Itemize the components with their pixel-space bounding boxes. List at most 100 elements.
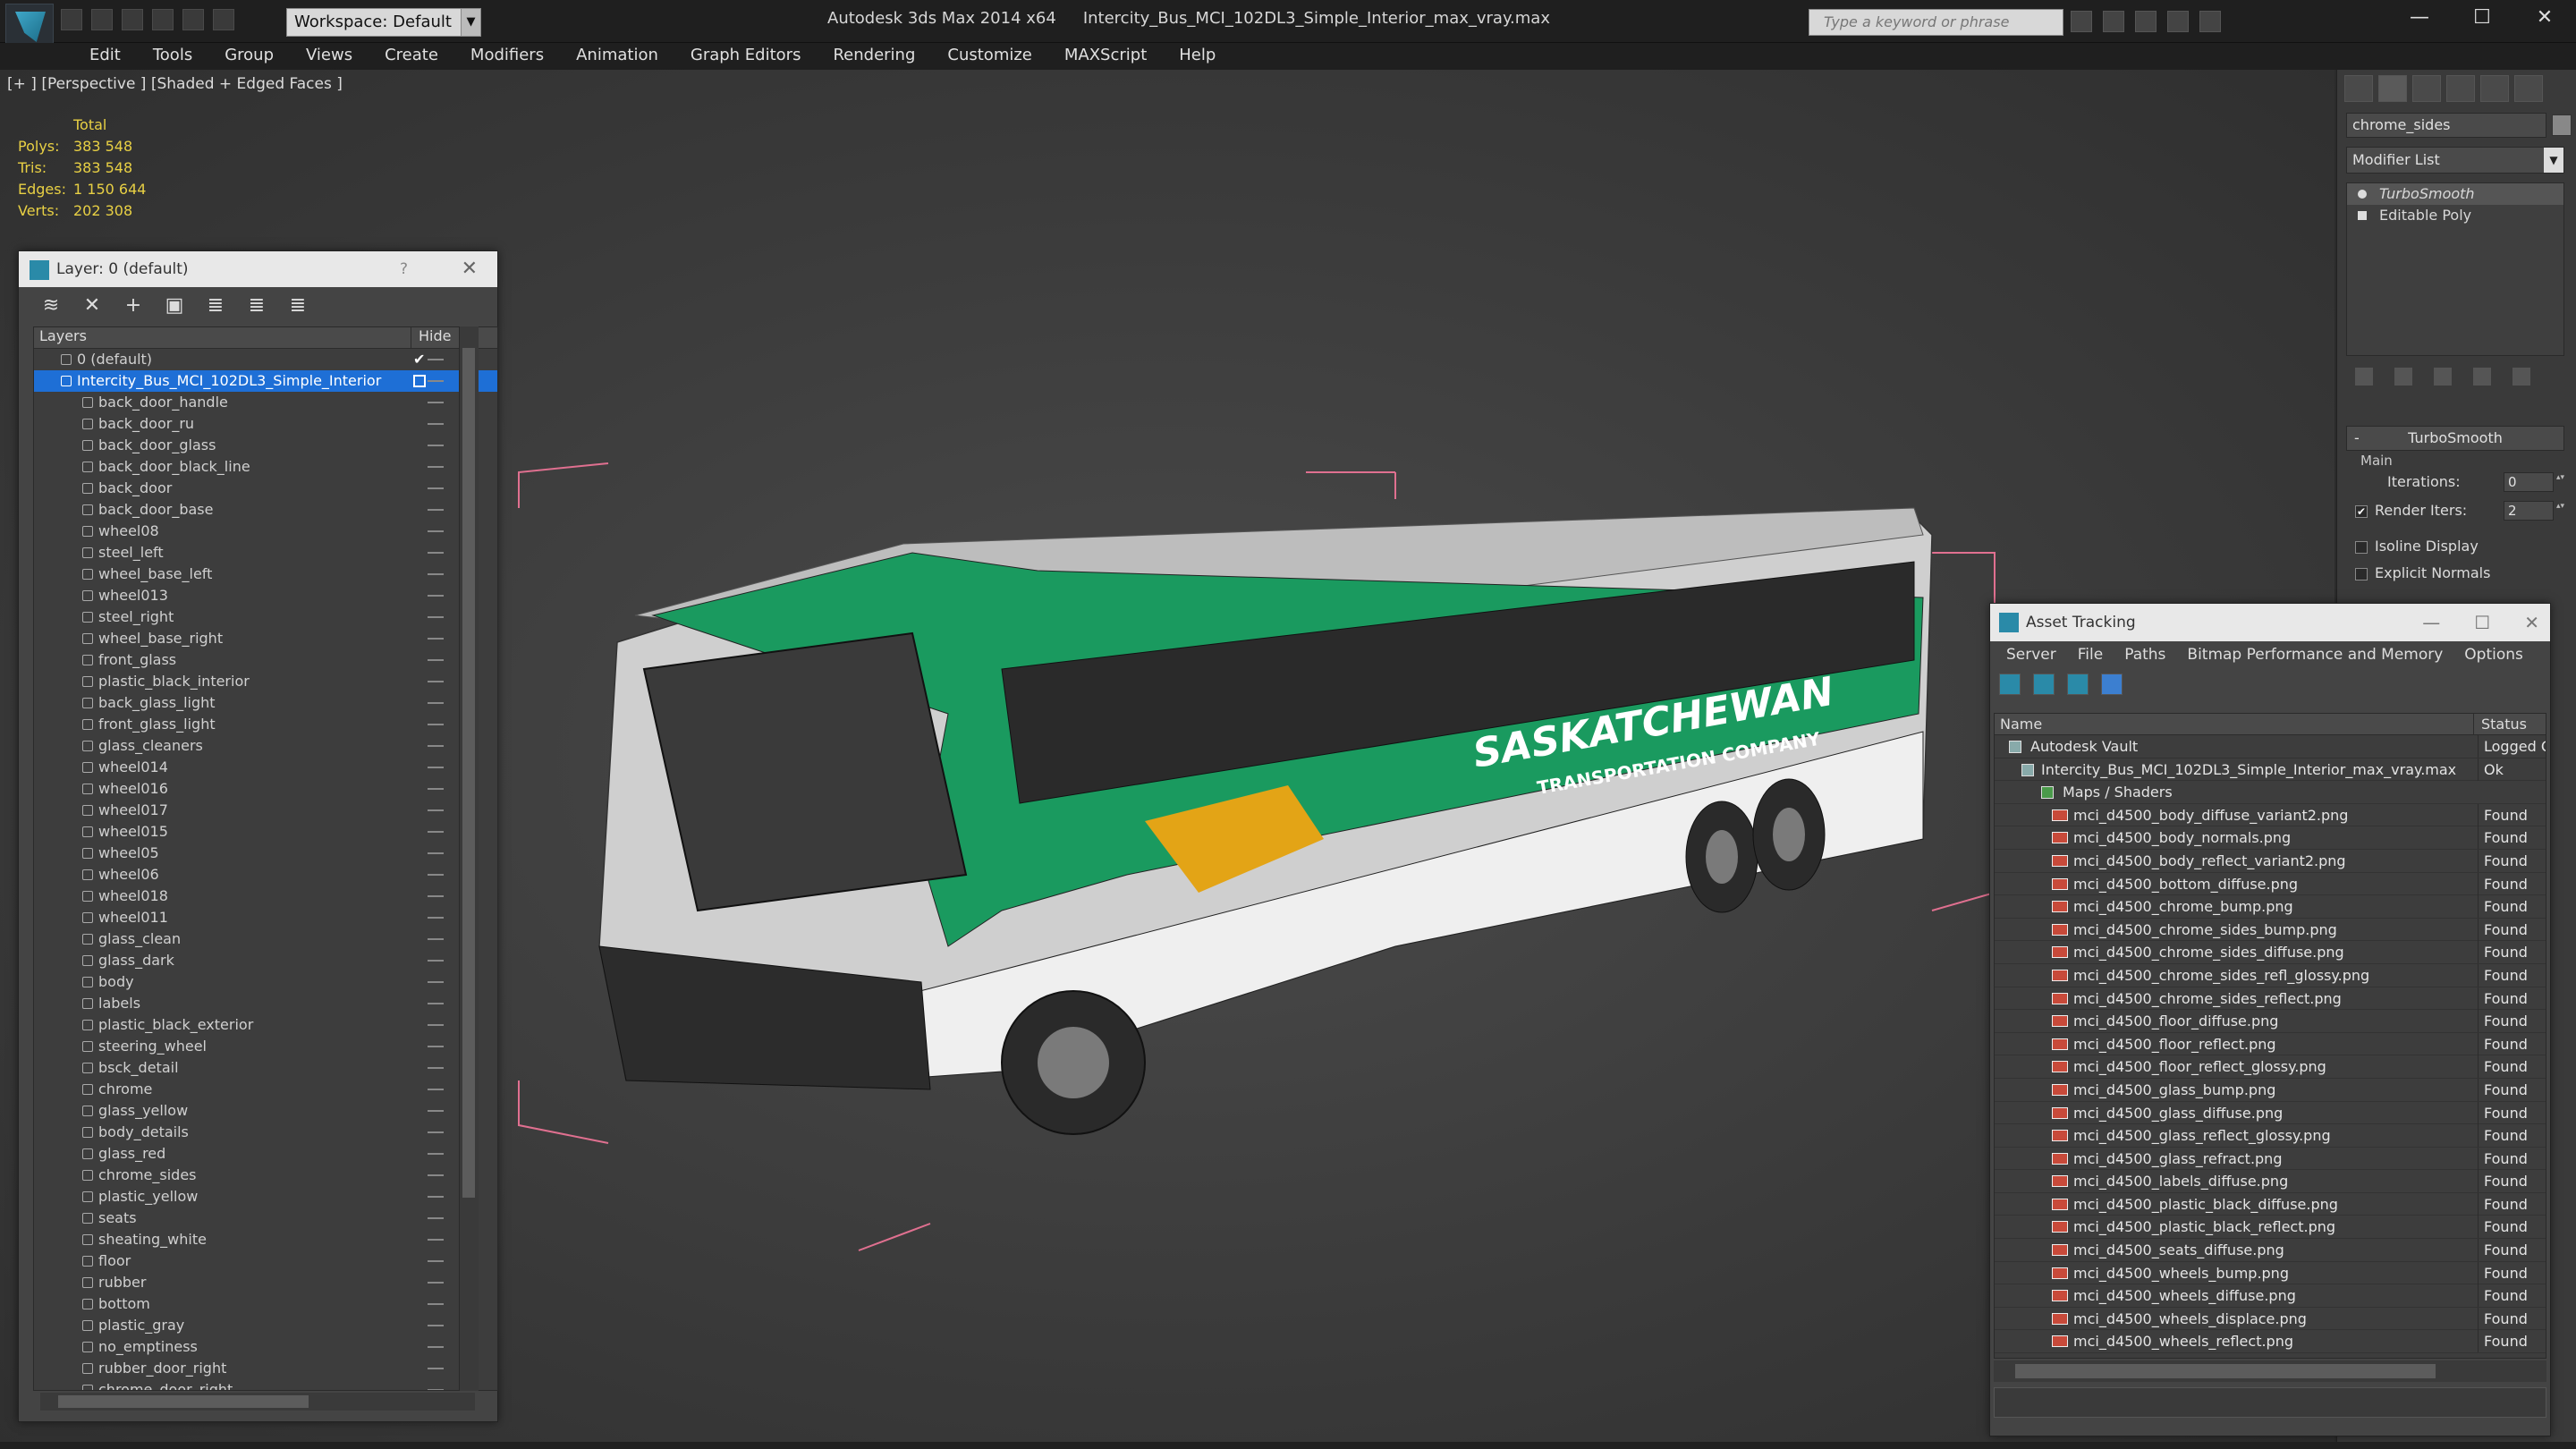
layer-object-row[interactable]: wheel017	[34, 800, 497, 821]
workspace-dropdown[interactable]: Workspace: Default ▼	[286, 8, 481, 37]
undo-icon[interactable]	[152, 9, 174, 30]
hide-toggle[interactable]	[428, 466, 444, 468]
hide-toggle[interactable]	[428, 487, 444, 489]
remove-modifier-icon[interactable]	[2473, 368, 2491, 386]
asset-row-map[interactable]: mci_d4500_floor_diffuse.png Found	[1995, 1010, 2546, 1033]
hide-toggle[interactable]	[428, 1003, 444, 1004]
layer-object-row[interactable]: front_glass	[34, 649, 497, 671]
save-file-icon[interactable]	[122, 9, 143, 30]
add-to-layer-icon[interactable]: +	[123, 295, 144, 317]
layer-object-row[interactable]: chrome	[34, 1079, 497, 1100]
layer-object-row[interactable]: wheel018	[34, 886, 497, 907]
hide-toggle[interactable]	[428, 831, 444, 833]
hierarchy-tab-icon[interactable]	[2412, 75, 2441, 102]
asset-row-map[interactable]: mci_d4500_body_diffuse_variant2.png Found	[1995, 803, 2546, 827]
redo-icon[interactable]	[182, 9, 204, 30]
tree-view-icon[interactable]	[2067, 674, 2089, 695]
layer-object-row[interactable]: glass_dark	[34, 950, 497, 971]
menu-item-rendering[interactable]: Rendering	[817, 43, 931, 70]
layer-object-row[interactable]: plastic_gray	[34, 1315, 497, 1336]
scroll-thumb[interactable]	[58, 1395, 309, 1408]
hide-toggle[interactable]	[428, 638, 444, 640]
layer-object-row[interactable]: glass_yellow	[34, 1100, 497, 1122]
hide-toggle[interactable]	[428, 1196, 444, 1198]
hide-toggle[interactable]	[428, 1260, 444, 1262]
object-name-field[interactable]: chrome_sides	[2346, 113, 2546, 138]
asset-menu-server[interactable]: Server	[1996, 641, 2067, 668]
layer-object-row[interactable]: back_door_base	[34, 499, 497, 521]
hide-toggle[interactable]	[428, 552, 444, 554]
asset-menu-options[interactable]: Options	[2453, 641, 2534, 668]
asset-row-map[interactable]: mci_d4500_glass_bump.png Found	[1995, 1078, 2546, 1102]
hide-toggle[interactable]	[428, 423, 444, 425]
hide-toggle[interactable]	[428, 767, 444, 768]
hide-toggle[interactable]	[428, 852, 444, 854]
layer-object-row[interactable]: bottom	[34, 1293, 497, 1315]
asset-menu-file[interactable]: File	[2067, 641, 2114, 668]
create-tab-icon[interactable]	[2344, 75, 2373, 102]
layer-object-row[interactable]: wheel_base_right	[34, 628, 497, 649]
layer-object-row[interactable]: steel_right	[34, 606, 497, 628]
communication-icon[interactable]	[2135, 11, 2157, 32]
close-button[interactable]: ✕	[462, 251, 478, 287]
asset-list[interactable]: Name Status Autodesk Vault Logged Out In…	[1994, 713, 2546, 1359]
hide-toggle[interactable]	[428, 809, 444, 811]
layer-vertical-scrollbar[interactable]	[459, 326, 479, 1391]
layer-row-selected[interactable]: Intercity_Bus_MCI_102DL3_Simple_Interior	[34, 370, 497, 392]
configure-sets-icon[interactable]	[2512, 368, 2530, 386]
render-iters-spinner[interactable]: 2	[2504, 501, 2565, 521]
layer-object-row[interactable]: front_glass_light	[34, 714, 497, 735]
asset-row-map[interactable]: mci_d4500_body_normals.png Found	[1995, 826, 2546, 850]
minimize-button[interactable]: —	[2388, 0, 2451, 38]
hide-toggle[interactable]	[428, 745, 444, 747]
explicit-normals-checkbox[interactable]	[2355, 567, 2368, 580]
asset-row-map[interactable]: mci_d4500_wheels_diffuse.png Found	[1995, 1284, 2546, 1308]
layer-manager-titlebar[interactable]: Layer: 0 (default) ? ✕	[19, 251, 497, 287]
explicit-normals-row[interactable]: Explicit Normals	[2355, 562, 2490, 585]
close-button[interactable]: ✕	[2513, 0, 2576, 38]
stack-item-turbosmooth[interactable]: TurboSmooth	[2347, 183, 2563, 205]
menu-item-modifiers[interactable]: Modifiers	[454, 43, 560, 70]
col-name[interactable]: Name	[1995, 714, 2474, 734]
set-current-icon[interactable]	[413, 375, 426, 387]
favorites-star-icon[interactable]	[2167, 11, 2189, 32]
maximize-button[interactable]: ☐	[2451, 0, 2513, 38]
layer-object-row[interactable]: wheel08	[34, 521, 497, 542]
layer-object-row[interactable]: glass_clean	[34, 928, 497, 950]
refresh-icon[interactable]	[1999, 674, 2021, 695]
minimize-button[interactable]: —	[2422, 604, 2440, 641]
asset-row-vault[interactable]: Autodesk Vault Logged Out	[1995, 735, 2546, 758]
layer-object-row[interactable]: no_emptiness	[34, 1336, 497, 1358]
object-color-swatch[interactable]	[2552, 114, 2572, 136]
bulb-icon[interactable]	[2358, 190, 2367, 199]
binoculars-icon[interactable]	[2071, 11, 2092, 32]
asset-row-map[interactable]: mci_d4500_chrome_sides_refl_glossy.png Fo…	[1995, 963, 2546, 987]
col-status[interactable]: Status	[2474, 714, 2527, 734]
layer-object-row[interactable]: seats	[34, 1208, 497, 1229]
hide-toggle[interactable]	[428, 960, 444, 962]
layer-object-row[interactable]: back_door_ru	[34, 413, 497, 435]
hide-toggle[interactable]	[428, 1303, 444, 1305]
asset-row-map[interactable]: mci_d4500_floor_reflect_glossy.png Found	[1995, 1055, 2546, 1079]
stack-item-editable-poly[interactable]: Editable Poly	[2347, 205, 2563, 226]
search-input[interactable]: Type a keyword or phrase	[1809, 9, 2063, 36]
scroll-thumb[interactable]	[462, 348, 475, 1198]
turbosmooth-rollout-header[interactable]: - TurboSmooth	[2346, 426, 2564, 451]
make-unique-icon[interactable]	[2434, 368, 2452, 386]
asset-row-map[interactable]: mci_d4500_body_reflect_variant2.png Found	[1995, 849, 2546, 873]
hide-toggle[interactable]	[428, 917, 444, 919]
utilities-tab-icon[interactable]	[2514, 75, 2543, 102]
hide-toggle[interactable]	[428, 938, 444, 940]
help-icon[interactable]	[2199, 11, 2221, 32]
col-layers[interactable]: Layers	[34, 327, 411, 348]
layer-object-row[interactable]: back_door	[34, 478, 497, 499]
new-file-icon[interactable]	[61, 9, 82, 30]
layer-object-row[interactable]: steering_wheel	[34, 1036, 497, 1057]
display-tab-icon[interactable]	[2480, 75, 2509, 102]
menu-item-create[interactable]: Create	[369, 43, 454, 70]
asset-menu-paths[interactable]: Paths	[2114, 641, 2176, 668]
menu-item-views[interactable]: Views	[290, 43, 369, 70]
layer-row-default[interactable]: 0 (default) ✔	[34, 349, 497, 370]
layer-object-row[interactable]: wheel011	[34, 907, 497, 928]
layer-object-row[interactable]: back_door_black_line	[34, 456, 497, 478]
